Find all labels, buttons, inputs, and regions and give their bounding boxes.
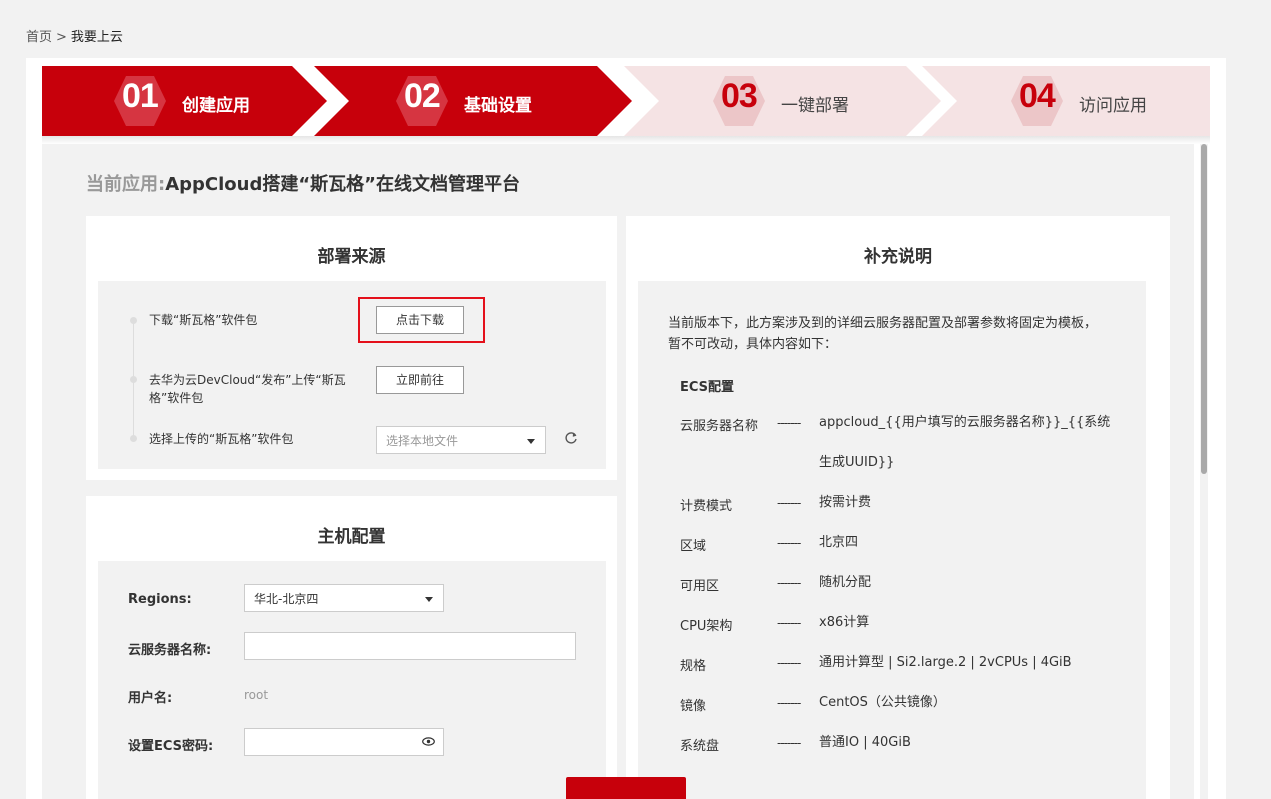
stepper: 01 创建应用 02 基础设置 03 一键部署 04 访问应用 [42,66,1210,136]
config-dash: ------- [777,696,801,710]
caret-down-icon [527,439,535,444]
config-dash: ------- [777,536,801,550]
notes-panel: 补充说明 当前版本下，此方案涉及到的详细云服务器配置及部署参数将固定为模板，暂不… [626,216,1170,799]
host-config-panel: 主机配置 Regions: 华北-北京四 云服务器名称: 用户名: root 设… [86,496,617,799]
config-value-cpu: x86计算 [819,615,870,630]
username-label: 用户名: [128,691,173,706]
local-file-select-placeholder: 选择本地文件 [386,434,459,448]
step-3-label: 一键部署 [781,96,849,116]
config-dash: ------- [777,736,801,750]
step-4-number: 04 [1019,77,1056,115]
notes-intro: 当前版本下，此方案涉及到的详细云服务器配置及部署参数将固定为模板，暂不可改动，具… [668,316,1098,352]
notes-title: 补充说明 [864,247,932,267]
breadcrumb: 首页 > 我要上云 [26,26,123,45]
username-value: root [244,688,269,702]
host-config-form: Regions: 华北-北京四 云服务器名称: 用户名: root 设置ECS密… [98,561,606,799]
config-value-billing: 按需计费 [819,495,872,510]
config-key-flavor: 规格 [680,659,707,674]
main-card: 01 创建应用 02 基础设置 03 一键部署 04 访问应用 当前应用:App… [26,58,1226,799]
config-dash: ------- [777,656,801,670]
next-step-button[interactable] [566,777,686,799]
step-access-app[interactable]: 04 访问应用 [922,66,1210,136]
current-app-name: AppCloud搭建“斯瓦格”在线文档管理平台 [165,174,521,195]
ecs-config-heading: ECS配置 [680,380,735,395]
current-app-prefix: 当前应用: [86,174,166,195]
download-button[interactable]: 点击下载 [376,306,464,334]
step-4-background [922,66,1210,136]
step-one-click-deploy[interactable]: 03 一键部署 [624,66,944,136]
download-package-label: 下载“斯瓦格”软件包 [149,313,258,327]
step-3-number: 03 [721,77,758,115]
config-value-flavor: 通用计算型 | Si2.large.2 | 2vCPUs | 4GiB [819,655,1072,670]
deploy-source-title: 部署来源 [317,247,386,267]
config-key-server-name: 云服务器名称 [680,419,759,434]
eye-icon[interactable] [422,735,435,748]
current-app-title: 当前应用:AppCloud搭建“斯瓦格”在线文档管理平台 [86,170,520,196]
deploy-source-panel: 部署来源 下载“斯瓦格”软件包 点击下载 去华为云DevCloud“发布”上传“… [86,216,617,480]
scroll-content[interactable]: 当前应用:AppCloud搭建“斯瓦格”在线文档管理平台 部署来源 下载“斯瓦格… [42,144,1194,799]
stepper-shadow [42,136,1210,144]
breadcrumb-separator: > [56,30,67,45]
host-config-title: 主机配置 [317,527,386,547]
config-key-region: 区域 [680,539,707,554]
step-1-label: 创建应用 [182,96,250,116]
step-2-label: 基础设置 [464,96,532,116]
ecs-password-label: 设置ECS密码: [128,739,214,754]
config-key-image: 镜像 [680,699,707,714]
config-dash: ------- [777,496,801,510]
config-value-image: CentOS（公共镜像） [819,695,946,710]
config-dash: ------- [777,576,801,590]
deploy-source-list: 下载“斯瓦格”软件包 点击下载 去华为云DevCloud“发布”上传“斯瓦格”软… [98,281,606,469]
breadcrumb-home-link[interactable]: 首页 [26,30,52,45]
list-dot-1 [130,317,137,324]
step-4-label: 访问应用 [1079,96,1147,116]
caret-down-icon [425,597,433,602]
local-file-select[interactable]: 选择本地文件 [376,426,546,454]
step-1-number: 01 [122,77,159,115]
step-basic-settings[interactable]: 02 基础设置 [314,66,634,136]
select-package-label: 选择上传的“斯瓦格”软件包 [149,432,294,446]
config-key-billing: 计费模式 [680,499,733,514]
refresh-icon[interactable] [564,431,578,445]
config-value-region: 北京四 [819,535,859,550]
config-key-system-disk: 系统盘 [680,739,720,754]
config-key-zone: 可用区 [680,579,720,594]
regions-label: Regions: [128,592,192,607]
config-dash: ------- [777,416,801,430]
server-name-input[interactable] [244,632,576,660]
step-create-app[interactable]: 01 创建应用 [42,66,352,136]
config-value-zone: 随机分配 [819,575,872,590]
ecs-password-field[interactable] [244,728,444,756]
regions-select-value: 华北-北京四 [254,592,319,606]
list-dot-2 [130,376,137,383]
config-dash: ------- [777,616,801,630]
go-now-button[interactable]: 立即前往 [376,366,464,394]
breadcrumb-current: 我要上云 [70,30,123,45]
scrollbar-thumb[interactable] [1201,144,1207,474]
notes-body: 当前版本下，此方案涉及到的详细云服务器配置及部署参数将固定为模板，暂不可改动，具… [638,281,1146,799]
config-key-cpu: CPU架构 [680,619,733,634]
server-name-label: 云服务器名称: [128,643,212,658]
config-value-server-name: appcloud_{{用户填写的云服务器名称}}_{{系统生成UUID}} [819,415,1111,470]
config-value-system-disk: 普通IO | 40GiB [819,735,911,750]
content-scrollbar[interactable] [1200,144,1208,799]
upload-devcloud-label: 去华为云DevCloud“发布”上传“斯瓦格”软件包 [149,373,346,405]
step-2-number: 02 [404,77,441,115]
list-dot-3 [130,435,137,442]
regions-select[interactable]: 华北-北京四 [244,584,444,612]
